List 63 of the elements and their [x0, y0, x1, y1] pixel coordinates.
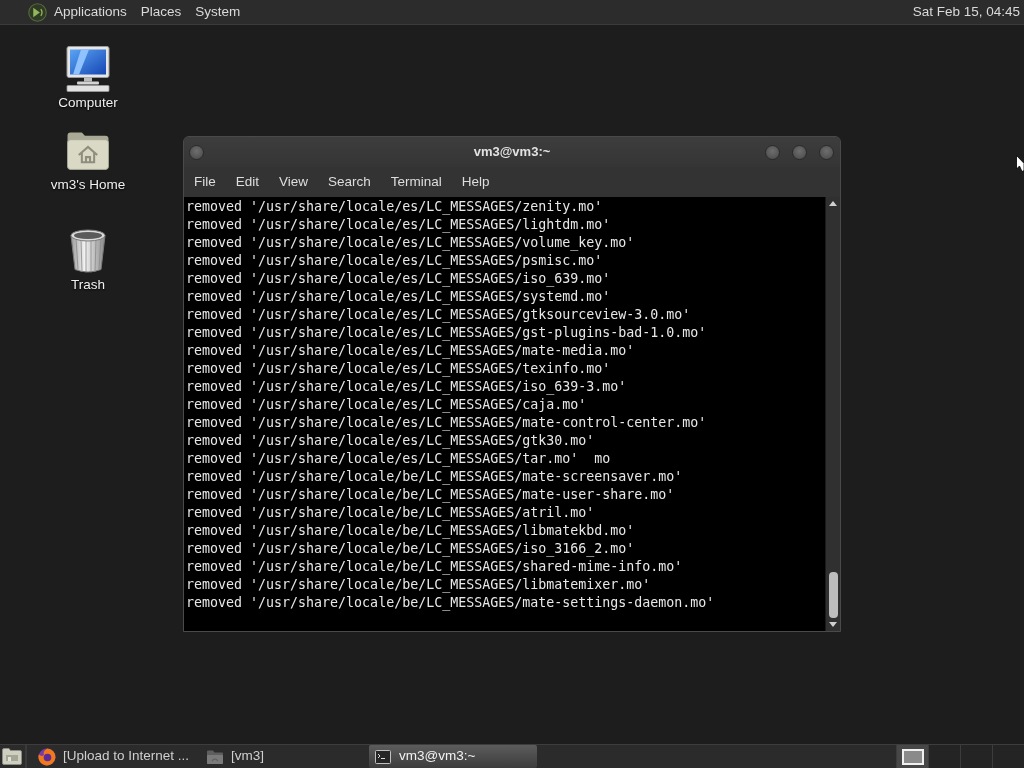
- terminal-line: removed '/usr/share/locale/es/LC_MESSAGES/zenity.mo': [186, 198, 604, 216]
- folder-icon: [207, 749, 223, 764]
- terminal-line: removed '/usr/share/locale/es/LC_MESSAGES/psmisc.mo': [186, 252, 604, 270]
- home-folder-icon[interactable]: [67, 132, 109, 170]
- scrollbar[interactable]: [825, 197, 840, 631]
- scroll-down-arrow-icon[interactable]: [829, 622, 837, 627]
- taskbar-button[interactable]: vm3@vm3:~: [369, 745, 537, 768]
- window-menu-button[interactable]: [189, 144, 204, 160]
- browser-icon: [38, 747, 56, 766]
- scrollbar-thumb[interactable]: [828, 572, 838, 618]
- minimize-button[interactable]: [765, 144, 780, 160]
- menu-item[interactable]: View: [269, 167, 319, 197]
- terminal-line: removed '/usr/share/locale/es/LC_MESSAGES/mate-media.mo': [186, 342, 636, 360]
- menu-item[interactable]: Terminal: [380, 167, 452, 197]
- terminal-line: removed '/usr/share/locale/es/LC_MESSAGES/texinfo.mo': [186, 360, 612, 378]
- menu-logo-icon: [28, 2, 47, 22]
- terminal-line: removed '/usr/share/locale/be/LC_MESSAGES/libmatemixer.mo': [186, 576, 652, 594]
- desktop-icon-label[interactable]: Trash: [71, 277, 105, 293]
- show-desktop-icon: [2, 748, 22, 765]
- terminal-line: removed '/usr/share/locale/es/LC_MESSAGES/gtksourceview-3.0.mo': [186, 306, 692, 324]
- computer-icon[interactable]: [66, 46, 110, 92]
- taskbar-button[interactable]: [Upload to Internet ...: [33, 745, 201, 768]
- desktop-icon-label[interactable]: Computer: [58, 95, 118, 111]
- workspace-cell[interactable]: [928, 745, 960, 768]
- terminal-line: removed '/usr/share/locale/es/LC_MESSAGES/caja.mo': [186, 396, 588, 414]
- workspace-window-thumbnail: [901, 748, 924, 765]
- workspace-cell[interactable]: [992, 745, 1024, 768]
- panel-menu[interactable]: Places: [133, 0, 189, 24]
- scroll-up-arrow-icon[interactable]: [829, 201, 837, 206]
- terminal-icon: [375, 749, 391, 764]
- taskbar-button[interactable]: [vm3]: [201, 745, 369, 768]
- workspace-cell[interactable]: [896, 745, 928, 768]
- window-title: vm3@vm3:~: [473, 143, 551, 162]
- maximize-button[interactable]: [792, 144, 807, 160]
- terminal-line: removed '/usr/share/locale/es/LC_MESSAGES/iso_639-3.mo': [186, 378, 628, 396]
- mouse-pointer-icon: [1016, 155, 1024, 172]
- menu-item[interactable]: File: [184, 167, 226, 197]
- terminal-line: removed '/usr/share/locale/es/LC_MESSAGES/lightdm.mo': [186, 216, 612, 234]
- terminal-line: removed '/usr/share/locale/es/LC_MESSAGES/gst-plugins-bad-1.0.mo': [186, 324, 708, 342]
- close-button[interactable]: [819, 144, 834, 160]
- terminal-line: removed '/usr/share/locale/be/LC_MESSAGES/shared-mime-info.mo': [186, 558, 684, 576]
- menu-item[interactable]: Edit: [225, 167, 270, 197]
- trash-icon[interactable]: [70, 228, 106, 274]
- menu-item[interactable]: Search: [318, 167, 381, 197]
- menu-item[interactable]: Help: [451, 167, 500, 197]
- terminal-line: removed '/usr/share/locale/es/LC_MESSAGES/iso_639.mo': [186, 270, 612, 288]
- terminal-line: removed '/usr/share/locale/es/LC_MESSAGES/tar.mo' mo: [186, 450, 612, 468]
- workspace-cell[interactable]: [960, 745, 992, 768]
- desktop-icon-label[interactable]: vm3's Home: [50, 177, 126, 193]
- terminal-line: removed '/usr/share/locale/es/LC_MESSAGES/systemd.mo': [186, 288, 612, 306]
- terminal-line: removed '/usr/share/locale/be/LC_MESSAGES/atril.mo': [186, 504, 596, 522]
- terminal-line: removed '/usr/share/locale/es/LC_MESSAGES/mate-control-center.mo': [186, 414, 708, 432]
- show-desktop-button[interactable]: [0, 745, 27, 768]
- panel-menu[interactable]: Applications: [47, 0, 134, 24]
- panel-menu[interactable]: System: [188, 0, 248, 24]
- terminal-line: removed '/usr/share/locale/be/LC_MESSAGES/mate-settings-daemon.mo': [186, 594, 716, 612]
- terminal-line: removed '/usr/share/locale/be/LC_MESSAGES/iso_3166_2.mo': [186, 540, 636, 558]
- terminal-line: removed '/usr/share/locale/es/LC_MESSAGES/gtk30.mo': [186, 432, 596, 450]
- terminal-line: removed '/usr/share/locale/be/LC_MESSAGES/mate-user-share.mo': [186, 486, 676, 504]
- terminal-line: removed '/usr/share/locale/es/LC_MESSAGES/volume_key.mo': [186, 234, 636, 252]
- terminal-line: removed '/usr/share/locale/be/LC_MESSAGES/libmatekbd.mo': [186, 522, 636, 540]
- terminal-line: removed '/usr/share/locale/be/LC_MESSAGES/mate-screensaver.mo': [186, 468, 684, 486]
- clock[interactable]: Sat Feb 15, 04:45: [912, 1, 1024, 23]
